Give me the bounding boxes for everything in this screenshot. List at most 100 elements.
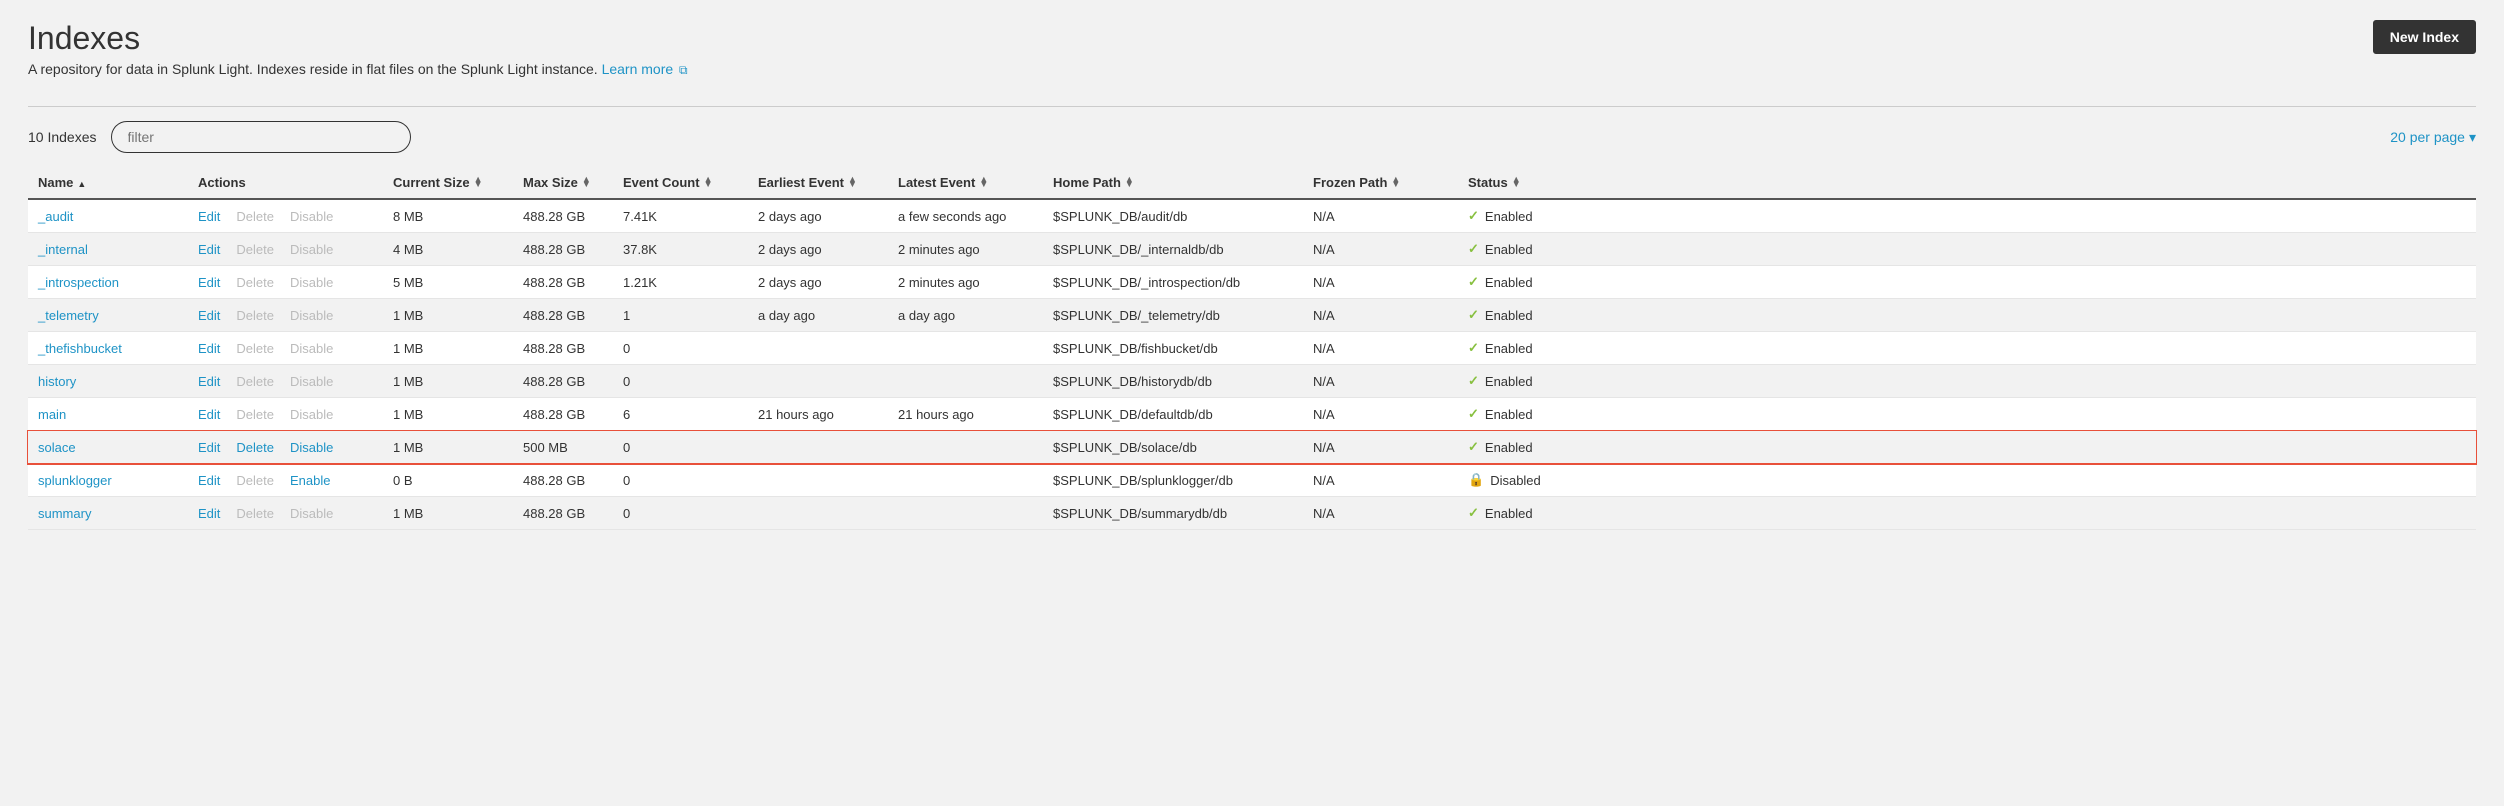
current-size-cell: 0 B bbox=[383, 464, 513, 497]
table-row: _telemetryEditDeleteDisable1 MB488.28 GB… bbox=[28, 299, 2476, 332]
event-count-cell: 0 bbox=[613, 365, 748, 398]
max-size-cell: 488.28 GB bbox=[513, 266, 613, 299]
edit-action[interactable]: Edit bbox=[198, 341, 220, 356]
col-header-home-path[interactable]: Home Path bbox=[1043, 167, 1303, 199]
event-count-cell: 6 bbox=[613, 398, 748, 431]
col-header-current-size[interactable]: Current Size bbox=[383, 167, 513, 199]
disable-action: Disable bbox=[290, 374, 333, 389]
event-count-cell: 1.21K bbox=[613, 266, 748, 299]
home-path-cell: $SPLUNK_DB/_introspection/db bbox=[1043, 266, 1303, 299]
event-count-cell: 0 bbox=[613, 464, 748, 497]
status-label: Enabled bbox=[1485, 275, 1533, 290]
disable-action: Disable bbox=[290, 275, 333, 290]
table-row: mainEditDeleteDisable1 MB488.28 GB621 ho… bbox=[28, 398, 2476, 431]
frozen-path-cell: N/A bbox=[1303, 233, 1458, 266]
status-label: Enabled bbox=[1485, 506, 1533, 521]
latest-event-cell bbox=[888, 431, 1043, 464]
event-count-cell: 7.41K bbox=[613, 199, 748, 233]
current-size-cell: 5 MB bbox=[383, 266, 513, 299]
per-page-dropdown[interactable]: 20 per page ▾ bbox=[2390, 129, 2476, 146]
frozen-path-cell: N/A bbox=[1303, 199, 1458, 233]
index-name-link[interactable]: history bbox=[38, 374, 76, 389]
event-count-cell: 37.8K bbox=[613, 233, 748, 266]
earliest-event-cell bbox=[748, 431, 888, 464]
index-name-link[interactable]: splunklogger bbox=[38, 473, 112, 488]
edit-action[interactable]: Edit bbox=[198, 275, 220, 290]
page-description-text: A repository for data in Splunk Light. I… bbox=[28, 61, 602, 77]
edit-action[interactable]: Edit bbox=[198, 440, 220, 455]
table-row: solaceEditDeleteDisable1 MB500 MB0$SPLUN… bbox=[28, 431, 2476, 464]
frozen-path-cell: N/A bbox=[1303, 497, 1458, 530]
index-name-link[interactable]: solace bbox=[38, 440, 76, 455]
col-header-status[interactable]: Status bbox=[1458, 167, 2476, 199]
disable-action: Disable bbox=[290, 242, 333, 257]
delete-action[interactable]: Delete bbox=[236, 440, 274, 455]
table-row: _thefishbucketEditDeleteDisable1 MB488.2… bbox=[28, 332, 2476, 365]
status-label: Enabled bbox=[1485, 374, 1533, 389]
earliest-event-cell: 21 hours ago bbox=[748, 398, 888, 431]
divider bbox=[28, 106, 2476, 107]
latest-event-cell bbox=[888, 332, 1043, 365]
check-icon: ✓ bbox=[1468, 373, 1479, 389]
status-label: Enabled bbox=[1485, 440, 1533, 455]
status-label: Enabled bbox=[1485, 209, 1533, 224]
index-name-link[interactable]: summary bbox=[38, 506, 91, 521]
index-name-link[interactable]: _audit bbox=[38, 209, 73, 224]
frozen-path-cell: N/A bbox=[1303, 332, 1458, 365]
disable-action: Disable bbox=[290, 407, 333, 422]
col-header-name[interactable]: Name▲ bbox=[28, 167, 188, 199]
max-size-cell: 488.28 GB bbox=[513, 365, 613, 398]
external-link-icon: ⧉ bbox=[679, 63, 688, 78]
index-name-link[interactable]: _telemetry bbox=[38, 308, 99, 323]
earliest-event-cell: 2 days ago bbox=[748, 266, 888, 299]
filter-input[interactable] bbox=[111, 121, 411, 153]
sort-icon bbox=[582, 177, 591, 188]
learn-more-link[interactable]: Learn more ⧉ bbox=[602, 61, 688, 77]
disable-action[interactable]: Disable bbox=[290, 440, 333, 455]
col-header-earliest[interactable]: Earliest Event bbox=[748, 167, 888, 199]
disable-action: Disable bbox=[290, 506, 333, 521]
check-icon: ✓ bbox=[1468, 274, 1479, 290]
edit-action[interactable]: Edit bbox=[198, 209, 220, 224]
enable-action[interactable]: Enable bbox=[290, 473, 330, 488]
edit-action[interactable]: Edit bbox=[198, 308, 220, 323]
sort-icon bbox=[1125, 177, 1134, 188]
frozen-path-cell: N/A bbox=[1303, 398, 1458, 431]
delete-action: Delete bbox=[236, 407, 274, 422]
new-index-button[interactable]: New Index bbox=[2373, 20, 2476, 54]
disable-action: Disable bbox=[290, 209, 333, 224]
max-size-cell: 488.28 GB bbox=[513, 299, 613, 332]
sort-icon bbox=[1512, 177, 1521, 188]
earliest-event-cell bbox=[748, 332, 888, 365]
sort-icon bbox=[979, 177, 988, 188]
delete-action: Delete bbox=[236, 275, 274, 290]
edit-action[interactable]: Edit bbox=[198, 506, 220, 521]
max-size-cell: 488.28 GB bbox=[513, 233, 613, 266]
col-header-actions: Actions bbox=[188, 167, 383, 199]
check-icon: ✓ bbox=[1468, 505, 1479, 521]
index-name-link[interactable]: _internal bbox=[38, 242, 88, 257]
index-name-link[interactable]: _thefishbucket bbox=[38, 341, 122, 356]
home-path-cell: $SPLUNK_DB/audit/db bbox=[1043, 199, 1303, 233]
indexes-table: Name▲ Actions Current Size Max Size Even… bbox=[28, 167, 2476, 530]
sort-icon bbox=[474, 177, 483, 188]
index-name-link[interactable]: _introspection bbox=[38, 275, 119, 290]
check-icon: ✓ bbox=[1468, 307, 1479, 323]
edit-action[interactable]: Edit bbox=[198, 473, 220, 488]
delete-action: Delete bbox=[236, 308, 274, 323]
current-size-cell: 1 MB bbox=[383, 497, 513, 530]
edit-action[interactable]: Edit bbox=[198, 242, 220, 257]
col-header-event-count[interactable]: Event Count bbox=[613, 167, 748, 199]
home-path-cell: $SPLUNK_DB/defaultdb/db bbox=[1043, 398, 1303, 431]
table-row: splunkloggerEditDeleteEnable0 B488.28 GB… bbox=[28, 464, 2476, 497]
col-header-max-size[interactable]: Max Size bbox=[513, 167, 613, 199]
max-size-cell: 488.28 GB bbox=[513, 464, 613, 497]
earliest-event-cell bbox=[748, 365, 888, 398]
index-name-link[interactable]: main bbox=[38, 407, 66, 422]
col-header-frozen-path[interactable]: Frozen Path bbox=[1303, 167, 1458, 199]
edit-action[interactable]: Edit bbox=[198, 407, 220, 422]
sort-asc-icon: ▲ bbox=[77, 179, 86, 189]
col-header-latest[interactable]: Latest Event bbox=[888, 167, 1043, 199]
earliest-event-cell bbox=[748, 464, 888, 497]
edit-action[interactable]: Edit bbox=[198, 374, 220, 389]
